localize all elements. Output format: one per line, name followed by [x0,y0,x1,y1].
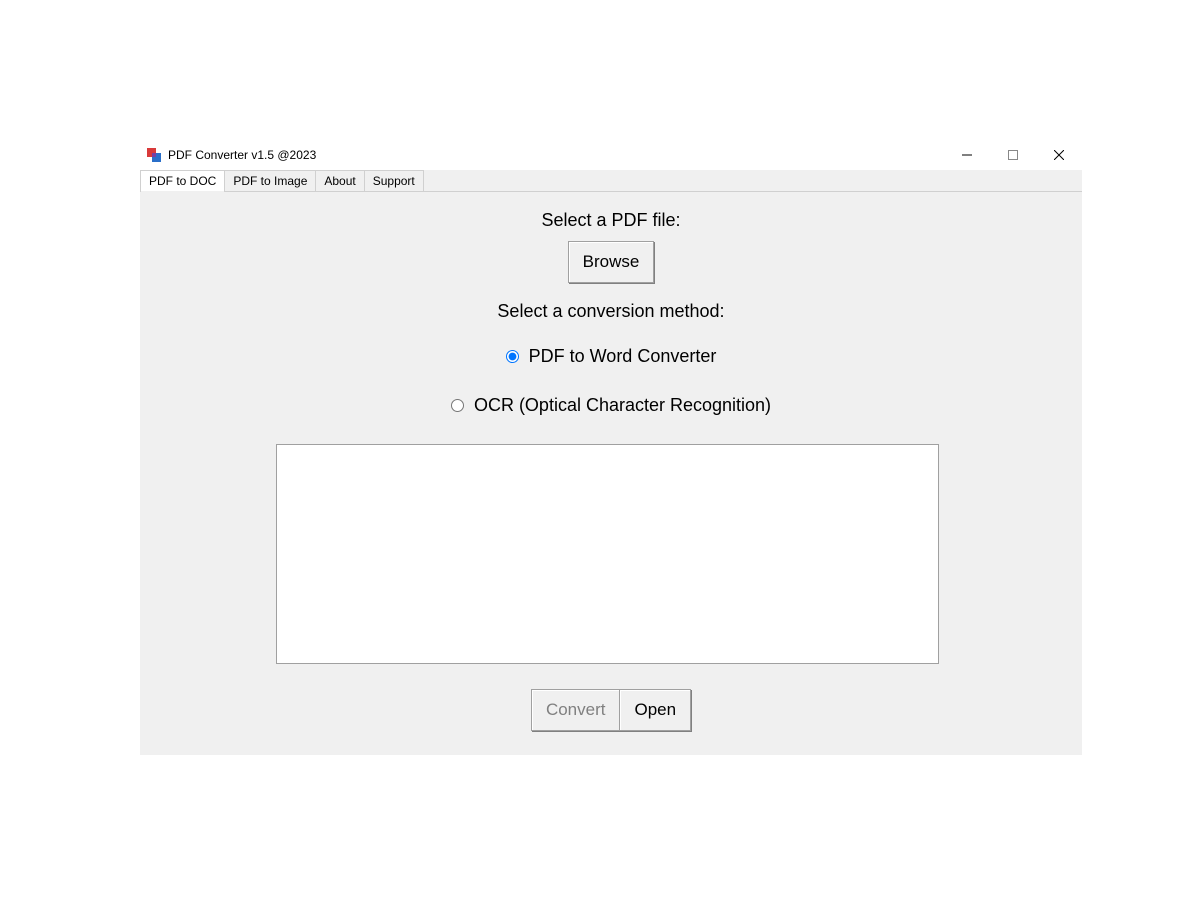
tab-strip: PDF to DOC PDF to Image About Support [140,170,1082,192]
close-button[interactable] [1036,140,1082,170]
app-window: PDF Converter v1.5 @2023 PDF to DOC PDF … [140,140,1082,755]
output-area-wrap [276,444,946,669]
radio-pdf-to-word-label: PDF to Word Converter [529,346,717,367]
tab-pdf-to-image[interactable]: PDF to Image [224,170,316,191]
browse-button[interactable]: Browse [568,241,655,283]
select-file-label: Select a PDF file: [541,210,680,231]
radio-ocr[interactable]: OCR (Optical Character Recognition) [451,395,771,416]
window-title: PDF Converter v1.5 @2023 [168,148,944,162]
radio-ocr-label: OCR (Optical Character Recognition) [474,395,771,416]
open-button[interactable]: Open [619,689,691,731]
main-panel: Select a PDF file: Browse Select a conve… [140,192,1082,755]
output-textarea[interactable] [276,444,939,664]
radio-pdf-to-word-input[interactable] [506,350,519,363]
tab-support[interactable]: Support [364,170,424,191]
app-icon [146,147,162,163]
minimize-button[interactable] [944,140,990,170]
tab-pdf-to-doc[interactable]: PDF to DOC [140,170,225,191]
radio-pdf-to-word[interactable]: PDF to Word Converter [506,346,717,367]
radio-ocr-input[interactable] [451,399,464,412]
window-controls [944,140,1082,170]
tab-about[interactable]: About [315,170,364,191]
select-method-label: Select a conversion method: [497,301,724,322]
convert-button[interactable]: Convert [531,689,621,731]
action-buttons: Convert Open [531,689,691,731]
titlebar: PDF Converter v1.5 @2023 [140,140,1082,170]
maximize-button[interactable] [990,140,1036,170]
